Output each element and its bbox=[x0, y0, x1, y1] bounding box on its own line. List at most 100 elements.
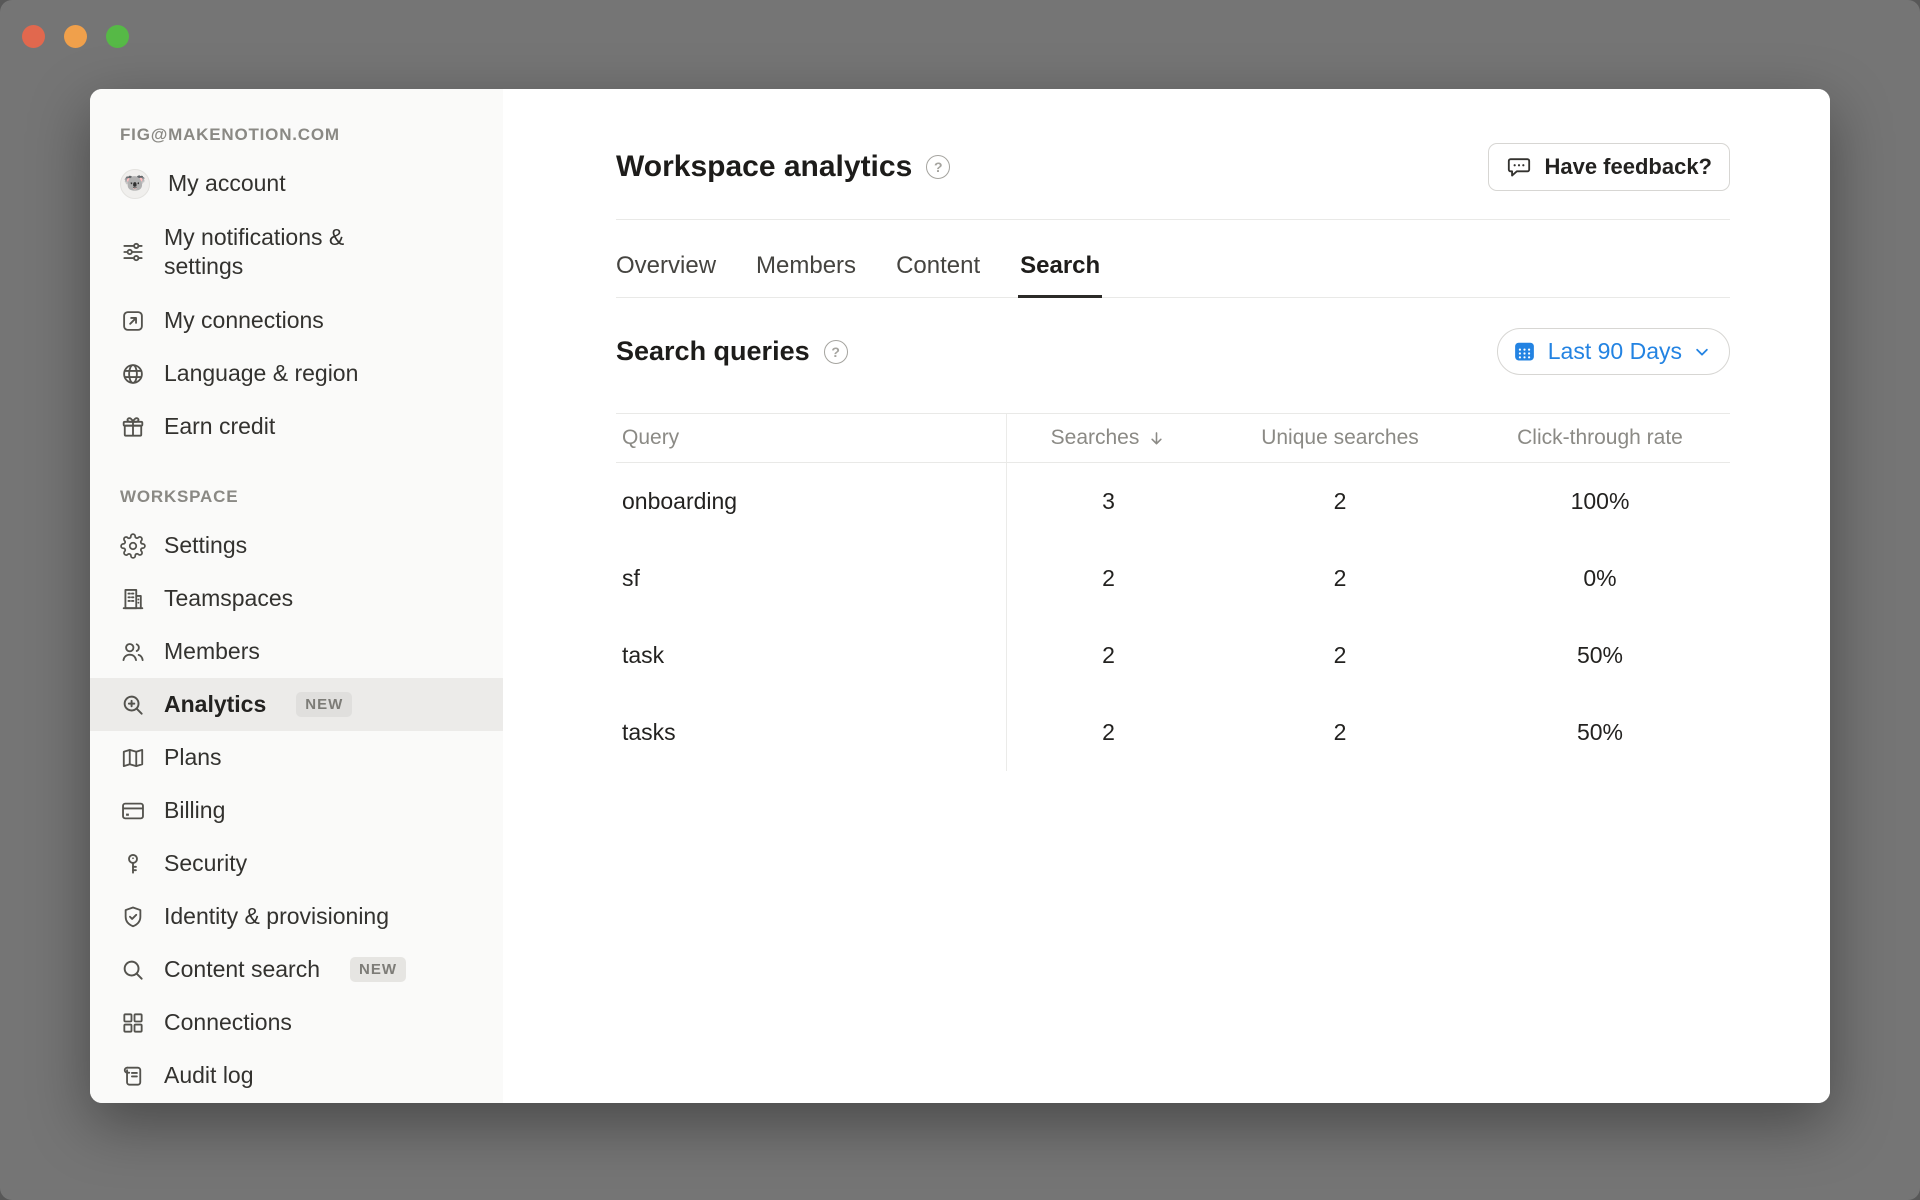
query-cell: sf bbox=[616, 540, 1007, 617]
searches-cell: 2 bbox=[1007, 694, 1210, 771]
click-through-rate-cell: 100% bbox=[1470, 463, 1730, 540]
help-icon[interactable]: ? bbox=[824, 340, 848, 364]
macos-window: FIG@MAKENOTION.COM 🐨 My account My notif… bbox=[0, 0, 1920, 1200]
sidebar-item-members[interactable]: Members bbox=[90, 625, 503, 678]
sidebar-item-label: Analytics bbox=[164, 690, 266, 719]
sidebar-item-label: Billing bbox=[164, 796, 225, 825]
sidebar-item-label: My connections bbox=[164, 306, 324, 335]
sidebar-item-label: Audit log bbox=[164, 1061, 254, 1090]
help-icon[interactable]: ? bbox=[926, 155, 950, 179]
sidebar-item-language-region[interactable]: Language & region bbox=[90, 347, 503, 400]
column-header-unique-searches[interactable]: Unique searches bbox=[1210, 414, 1470, 462]
column-header-label: Searches bbox=[1051, 426, 1140, 450]
tab-content[interactable]: Content bbox=[896, 252, 980, 297]
gear-icon bbox=[120, 533, 146, 559]
column-header-searches[interactable]: Searches bbox=[1007, 414, 1210, 462]
sidebar-item-label: Identity & provisioning bbox=[164, 902, 389, 931]
sidebar-item-content-search[interactable]: Content search NEW bbox=[90, 943, 503, 996]
traffic-lights bbox=[22, 25, 129, 48]
workspace-section-label: WORKSPACE bbox=[120, 487, 503, 507]
click-through-rate-cell: 0% bbox=[1470, 540, 1730, 617]
gift-icon bbox=[120, 414, 146, 440]
settings-modal: FIG@MAKENOTION.COM 🐨 My account My notif… bbox=[90, 89, 1830, 1103]
query-cell: task bbox=[616, 617, 1007, 694]
magnifier-icon bbox=[120, 957, 146, 983]
sidebar-item-label: Teamspaces bbox=[164, 584, 293, 613]
tab-members[interactable]: Members bbox=[756, 252, 856, 297]
page-title: Workspace analytics bbox=[616, 150, 912, 184]
sidebar-item-earn-credit[interactable]: Earn credit bbox=[90, 400, 503, 453]
table-header-row: Query Searches Unique searches Click-thr… bbox=[616, 413, 1730, 463]
query-cell: onboarding bbox=[616, 463, 1007, 540]
unique-searches-cell: 2 bbox=[1210, 617, 1470, 694]
sidebar-item-teamspaces[interactable]: Teamspaces bbox=[90, 572, 503, 625]
column-header-query[interactable]: Query bbox=[616, 414, 1007, 462]
sidebar-item-identity-provisioning[interactable]: Identity & provisioning bbox=[90, 890, 503, 943]
sidebar-item-label: Plans bbox=[164, 743, 222, 772]
globe-icon bbox=[120, 361, 146, 387]
column-header-click-through-rate[interactable]: Click-through rate bbox=[1470, 414, 1730, 462]
shield-check-icon bbox=[120, 904, 146, 930]
click-through-rate-cell: 50% bbox=[1470, 694, 1730, 771]
unique-searches-cell: 2 bbox=[1210, 540, 1470, 617]
sidebar-item-label: Connections bbox=[164, 1008, 292, 1037]
sidebar-item-audit-log[interactable]: Audit log bbox=[90, 1049, 503, 1102]
sidebar-item-my-notifications-settings[interactable]: My notifications & settings bbox=[90, 210, 503, 294]
close-window-button[interactable] bbox=[22, 25, 45, 48]
tab-search[interactable]: Search bbox=[1020, 252, 1100, 297]
sidebar-item-my-connections[interactable]: My connections bbox=[90, 294, 503, 347]
sidebar-item-billing[interactable]: Billing bbox=[90, 784, 503, 837]
sidebar-item-label: Members bbox=[164, 637, 260, 666]
unique-searches-cell: 2 bbox=[1210, 463, 1470, 540]
sidebar-item-label: Content search bbox=[164, 955, 320, 984]
sidebar-item-label: Security bbox=[164, 849, 247, 878]
sort-descending-icon bbox=[1147, 429, 1166, 448]
arrow-up-right-icon bbox=[120, 308, 146, 334]
new-badge: NEW bbox=[350, 957, 406, 982]
sidebar-item-label: My notifications & settings bbox=[164, 223, 369, 281]
table-row: task 2 2 50% bbox=[616, 617, 1730, 694]
unique-searches-cell: 2 bbox=[1210, 694, 1470, 771]
sidebar-item-plans[interactable]: Plans bbox=[90, 731, 503, 784]
scroll-icon bbox=[120, 1063, 146, 1089]
table-row: tasks 2 2 50% bbox=[616, 694, 1730, 771]
sidebar-item-my-account[interactable]: 🐨 My account bbox=[90, 157, 503, 210]
zoom-window-button[interactable] bbox=[106, 25, 129, 48]
map-icon bbox=[120, 745, 146, 771]
analytics-main-panel: Workspace analytics ? Have feedback? Ove… bbox=[503, 89, 1830, 1103]
chevron-down-icon bbox=[1693, 343, 1711, 361]
feedback-button-label: Have feedback? bbox=[1544, 154, 1712, 180]
settings-sidebar: FIG@MAKENOTION.COM 🐨 My account My notif… bbox=[90, 89, 503, 1103]
sidebar-item-settings[interactable]: Settings bbox=[90, 519, 503, 572]
search-queries-table: Query Searches Unique searches Click-thr… bbox=[616, 413, 1730, 771]
new-badge: NEW bbox=[296, 692, 352, 717]
table-row: onboarding 3 2 100% bbox=[616, 463, 1730, 540]
sidebar-item-security[interactable]: Security bbox=[90, 837, 503, 890]
sidebar-item-label: My account bbox=[168, 169, 286, 198]
section-title: Search queries bbox=[616, 336, 810, 367]
sidebar-item-connections[interactable]: Connections bbox=[90, 996, 503, 1049]
sliders-icon bbox=[120, 239, 146, 265]
key-icon bbox=[120, 851, 146, 877]
date-range-dropdown[interactable]: Last 90 Days bbox=[1497, 328, 1730, 375]
credit-card-icon bbox=[120, 798, 146, 824]
table-row: sf 2 2 0% bbox=[616, 540, 1730, 617]
tab-overview[interactable]: Overview bbox=[616, 252, 716, 297]
sidebar-item-label: Earn credit bbox=[164, 412, 275, 441]
date-range-label: Last 90 Days bbox=[1548, 338, 1682, 365]
click-through-rate-cell: 50% bbox=[1470, 617, 1730, 694]
magnifier-plus-icon bbox=[120, 692, 146, 718]
minimize-window-button[interactable] bbox=[64, 25, 87, 48]
chat-bubble-icon bbox=[1506, 154, 1532, 180]
people-icon bbox=[120, 639, 146, 665]
sidebar-item-analytics[interactable]: Analytics NEW bbox=[90, 678, 503, 731]
calendar-icon bbox=[1512, 339, 1537, 364]
account-email-label: FIG@MAKENOTION.COM bbox=[120, 125, 503, 145]
searches-cell: 2 bbox=[1007, 617, 1210, 694]
query-cell: tasks bbox=[616, 694, 1007, 771]
searches-cell: 3 bbox=[1007, 463, 1210, 540]
building-icon bbox=[120, 586, 146, 612]
have-feedback-button[interactable]: Have feedback? bbox=[1488, 143, 1730, 191]
grid-icon bbox=[120, 1010, 146, 1036]
sidebar-item-label: Language & region bbox=[164, 359, 358, 388]
